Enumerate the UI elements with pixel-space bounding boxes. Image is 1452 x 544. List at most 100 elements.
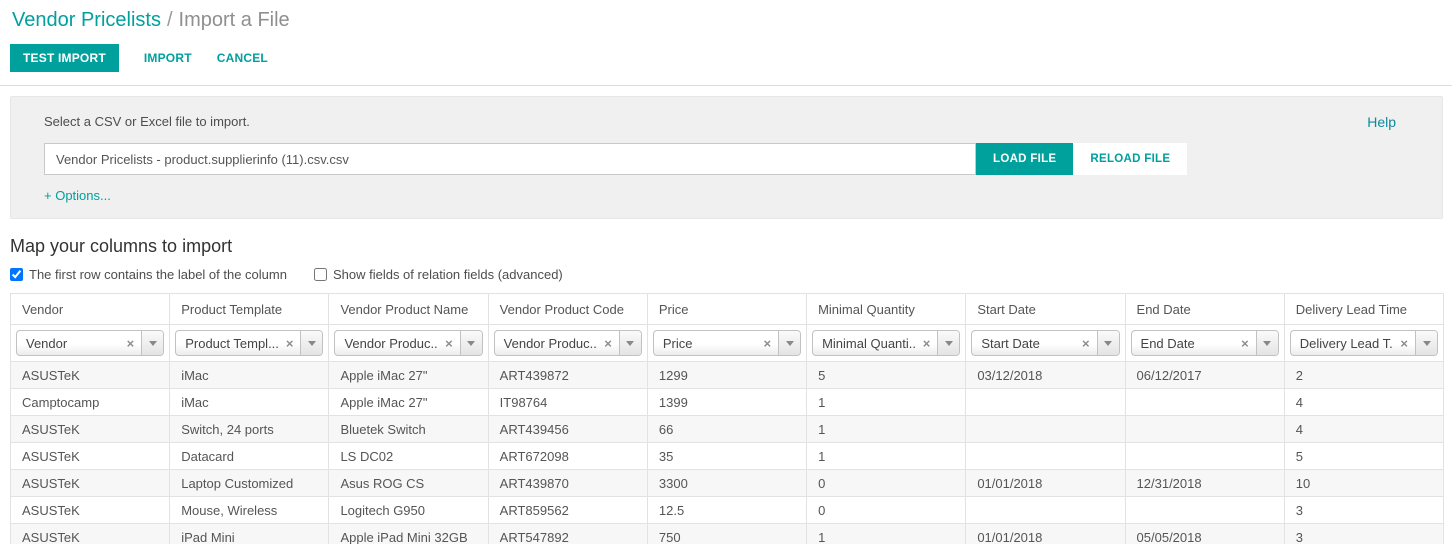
clear-field-icon[interactable]: × — [120, 336, 142, 351]
table-cell: 12.5 — [647, 497, 806, 524]
table-cell: 4 — [1284, 416, 1443, 443]
field-selector-dropdown[interactable]: End Date× — [1131, 330, 1279, 356]
table-cell: 01/01/2018 — [966, 470, 1125, 497]
table-row: ASUSTeKMouse, WirelessLogitech G950ART85… — [11, 497, 1444, 524]
dropdown-arrow-icon[interactable] — [460, 331, 482, 355]
dropdown-arrow-icon[interactable] — [1256, 331, 1278, 355]
chevron-down-icon — [626, 341, 634, 346]
field-selector-dropdown[interactable]: Vendor Produc...× — [334, 330, 482, 356]
reload-file-button[interactable]: RELOAD FILE — [1073, 143, 1187, 175]
import-preview-table: VendorProduct TemplateVendor Product Nam… — [10, 293, 1444, 544]
toolbar-divider — [0, 85, 1452, 86]
table-cell: Bluetek Switch — [329, 416, 488, 443]
table-cell: Apple iMac 27" — [329, 389, 488, 416]
table-cell: 1399 — [647, 389, 806, 416]
field-selector-dropdown[interactable]: Delivery Lead T...× — [1290, 330, 1438, 356]
dropdown-arrow-icon[interactable] — [1097, 331, 1119, 355]
breadcrumb: Vendor Pricelists/Import a File — [0, 0, 1452, 36]
import-page: Vendor Pricelists/Import a File TEST IMP… — [0, 0, 1452, 544]
field-selector-dropdown[interactable]: Product Templ...× — [175, 330, 323, 356]
dropdown-arrow-icon[interactable] — [1415, 331, 1437, 355]
table-cell: 0 — [807, 497, 966, 524]
field-selector-cell: Vendor× — [11, 325, 170, 362]
table-cell: Camptocamp — [11, 389, 170, 416]
test-import-button[interactable]: TEST IMPORT — [10, 44, 119, 72]
column-header: Delivery Lead Time — [1284, 294, 1443, 325]
field-selector-dropdown[interactable]: Minimal Quanti...× — [812, 330, 960, 356]
table-cell: 10 — [1284, 470, 1443, 497]
table-cell: 1299 — [647, 362, 806, 389]
table-cell — [1125, 497, 1284, 524]
dropdown-arrow-icon[interactable] — [937, 331, 959, 355]
table-cell: Switch, 24 ports — [170, 416, 329, 443]
chevron-down-icon — [1423, 341, 1431, 346]
clear-field-icon[interactable]: × — [1075, 336, 1097, 351]
mapping-section-title: Map your columns to import — [10, 236, 1452, 257]
table-cell: ASUSTeK — [11, 497, 170, 524]
table-cell: 12/31/2018 — [1125, 470, 1284, 497]
column-header: Product Template — [170, 294, 329, 325]
field-selector-cell: Product Templ...× — [170, 325, 329, 362]
clear-field-icon[interactable]: × — [1234, 336, 1256, 351]
table-row: CamptocampiMacApple iMac 27"IT9876413991… — [11, 389, 1444, 416]
load-file-button[interactable]: LOAD FILE — [976, 143, 1073, 175]
dropdown-arrow-icon[interactable] — [141, 331, 163, 355]
table-cell — [966, 443, 1125, 470]
table-row: ASUSTeKiMacApple iMac 27"ART439872129950… — [11, 362, 1444, 389]
table-cell: ASUSTeK — [11, 362, 170, 389]
options-link[interactable]: + Options... — [44, 188, 111, 203]
clear-field-icon[interactable]: × — [438, 336, 460, 351]
column-header: Vendor Product Code — [488, 294, 647, 325]
table-cell: 1 — [807, 443, 966, 470]
field-selector-dropdown[interactable]: Vendor Produc...× — [494, 330, 642, 356]
table-cell: ART859562 — [488, 497, 647, 524]
table-cell: ART547892 — [488, 524, 647, 544]
breadcrumb-parent-link[interactable]: Vendor Pricelists — [12, 9, 161, 31]
table-row: ASUSTeKLaptop CustomizedAsus ROG CSART43… — [11, 470, 1444, 497]
table-cell: 3300 — [647, 470, 806, 497]
table-cell: 4 — [1284, 389, 1443, 416]
table-cell — [1125, 443, 1284, 470]
table-cell: ART439456 — [488, 416, 647, 443]
toolbar: TEST IMPORT IMPORT CANCEL — [0, 36, 1452, 85]
field-selector-dropdown[interactable]: Price× — [653, 330, 801, 356]
table-cell: iMac — [170, 362, 329, 389]
table-cell: Mouse, Wireless — [170, 497, 329, 524]
file-name-input[interactable] — [44, 143, 976, 175]
field-selector-cell: Vendor Produc...× — [329, 325, 488, 362]
dropdown-arrow-icon[interactable] — [300, 331, 322, 355]
file-panel: Select a CSV or Excel file to import. He… — [10, 96, 1443, 219]
clear-field-icon[interactable]: × — [597, 336, 619, 351]
table-cell: ART439872 — [488, 362, 647, 389]
clear-field-icon[interactable]: × — [279, 336, 301, 351]
first-row-label-option[interactable]: The first row contains the label of the … — [10, 267, 287, 282]
table-cell: ART439870 — [488, 470, 647, 497]
column-header: Start Date — [966, 294, 1125, 325]
clear-field-icon[interactable]: × — [1393, 336, 1415, 351]
dropdown-arrow-icon[interactable] — [778, 331, 800, 355]
field-selector-dropdown[interactable]: Vendor× — [16, 330, 164, 356]
table-cell: 01/01/2018 — [966, 524, 1125, 544]
cancel-button[interactable]: CANCEL — [217, 44, 268, 72]
table-cell: 5 — [1284, 443, 1443, 470]
table-cell: 1 — [807, 524, 966, 544]
field-selector-dropdown[interactable]: Start Date× — [971, 330, 1119, 356]
chevron-down-icon — [467, 341, 475, 346]
chevron-down-icon — [1263, 341, 1271, 346]
field-selector-cell: Delivery Lead T...× — [1284, 325, 1443, 362]
field-selector-value: Vendor — [17, 336, 120, 351]
relation-fields-option[interactable]: Show fields of relation fields (advanced… — [314, 267, 563, 282]
help-link[interactable]: Help — [1367, 114, 1396, 130]
first-row-label-checkbox[interactable] — [10, 268, 23, 281]
relation-fields-checkbox[interactable] — [314, 268, 327, 281]
import-button[interactable]: IMPORT — [144, 44, 192, 72]
field-selector-value: Vendor Produc... — [495, 336, 598, 351]
table-cell: 3 — [1284, 497, 1443, 524]
column-header: Vendor — [11, 294, 170, 325]
clear-field-icon[interactable]: × — [757, 336, 779, 351]
clear-field-icon[interactable]: × — [916, 336, 938, 351]
import-table-body: ASUSTeKiMacApple iMac 27"ART439872129950… — [11, 362, 1444, 544]
column-header: Minimal Quantity — [807, 294, 966, 325]
table-cell: 750 — [647, 524, 806, 544]
dropdown-arrow-icon[interactable] — [619, 331, 641, 355]
